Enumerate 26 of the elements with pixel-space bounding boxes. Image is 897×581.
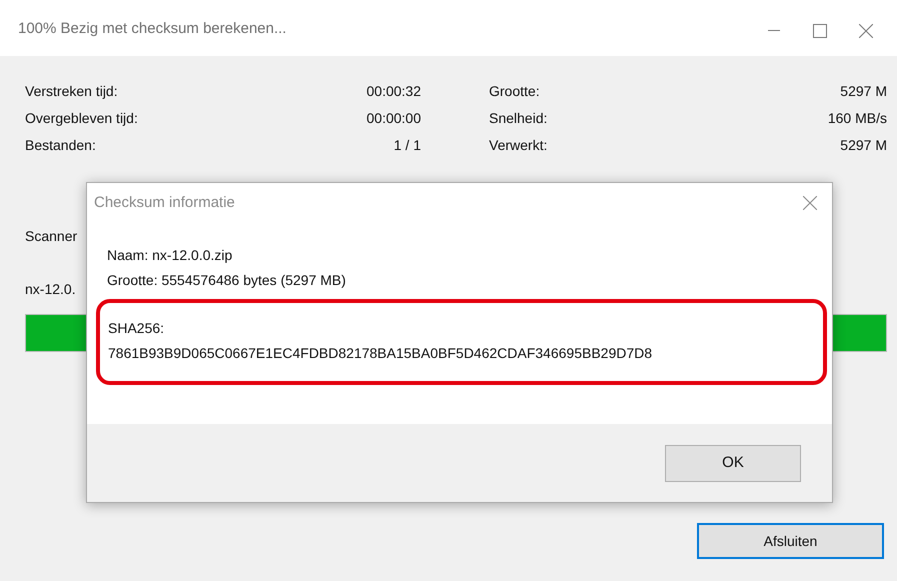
maximize-icon bbox=[813, 24, 827, 38]
hash-label: SHA256: bbox=[108, 319, 166, 338]
stat-value: 5297 M bbox=[840, 82, 887, 101]
ok-button[interactable]: OK bbox=[665, 445, 801, 482]
close-window-button[interactable]: Afsluiten bbox=[697, 523, 884, 559]
stat-value: 1 / 1 bbox=[394, 136, 421, 155]
stat-label: Grootte: bbox=[489, 82, 540, 101]
stat-label: Bestanden: bbox=[25, 136, 96, 155]
status-text: Scanner bbox=[25, 228, 78, 244]
hash-value: 7861B93B9D065C0667E1EC4FDBD82178BA15BA0BF5D462CDAF346695BB29D7D8 bbox=[108, 344, 654, 363]
close-icon bbox=[803, 196, 817, 210]
file-name-text: Naam: nx-12.0.0.zip bbox=[107, 246, 234, 265]
stat-label: Verstreken tijd: bbox=[25, 82, 118, 101]
stat-label: Snelheid: bbox=[489, 109, 548, 128]
stat-value: 5297 M bbox=[840, 136, 887, 155]
stat-label: Overgebleven tijd: bbox=[25, 109, 138, 128]
stat-label: Verwerkt: bbox=[489, 136, 548, 155]
stat-value: 160 MB/s bbox=[828, 109, 887, 128]
close-icon bbox=[859, 24, 873, 38]
stat-value: 00:00:00 bbox=[366, 109, 421, 128]
window-title: 100% Bezig met checksum berekenen... bbox=[18, 19, 286, 39]
file-size-text: Grootte: 5554576486 bytes (5297 MB) bbox=[107, 271, 347, 290]
stat-value: 00:00:32 bbox=[366, 82, 421, 101]
dialog-title: Checksum informatie bbox=[94, 192, 235, 213]
minimize-icon bbox=[768, 30, 780, 32]
file-name: nx-12.0. bbox=[25, 281, 76, 297]
